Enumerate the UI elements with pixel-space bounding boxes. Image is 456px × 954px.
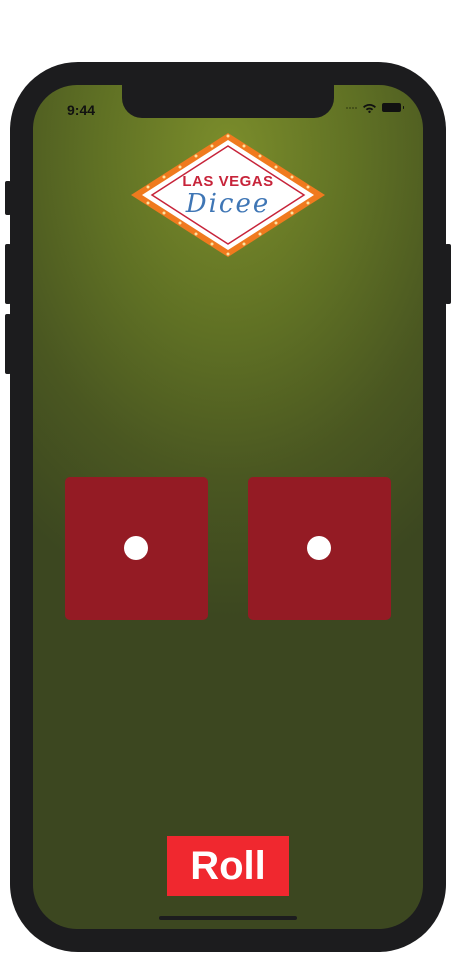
roll-button[interactable]: Roll	[167, 836, 289, 896]
logo-title-dicee: Dicee	[185, 189, 271, 219]
dice-row	[65, 477, 391, 621]
app-screen: 9:44 LAS VEGAS Dicee Roll	[33, 85, 423, 929]
left-die	[65, 477, 208, 620]
mute-switch	[5, 181, 11, 215]
battery-icon	[382, 103, 404, 112]
logo-title-las-vegas: LAS VEGAS	[182, 173, 274, 190]
status-time: 9:44	[67, 102, 96, 118]
right-die	[248, 477, 391, 620]
signal-dots-icon	[346, 106, 357, 109]
home-indicator[interactable]	[159, 916, 297, 920]
status-icons	[346, 102, 404, 113]
volume-up-button	[5, 244, 11, 304]
die-pip	[307, 536, 331, 560]
power-button	[445, 244, 451, 304]
die-pip	[124, 536, 148, 560]
device-notch	[122, 85, 334, 118]
las-vegas-dicee-logo: LAS VEGAS Dicee	[129, 131, 327, 263]
volume-down-button	[5, 314, 11, 374]
wifi-icon	[363, 104, 376, 113]
